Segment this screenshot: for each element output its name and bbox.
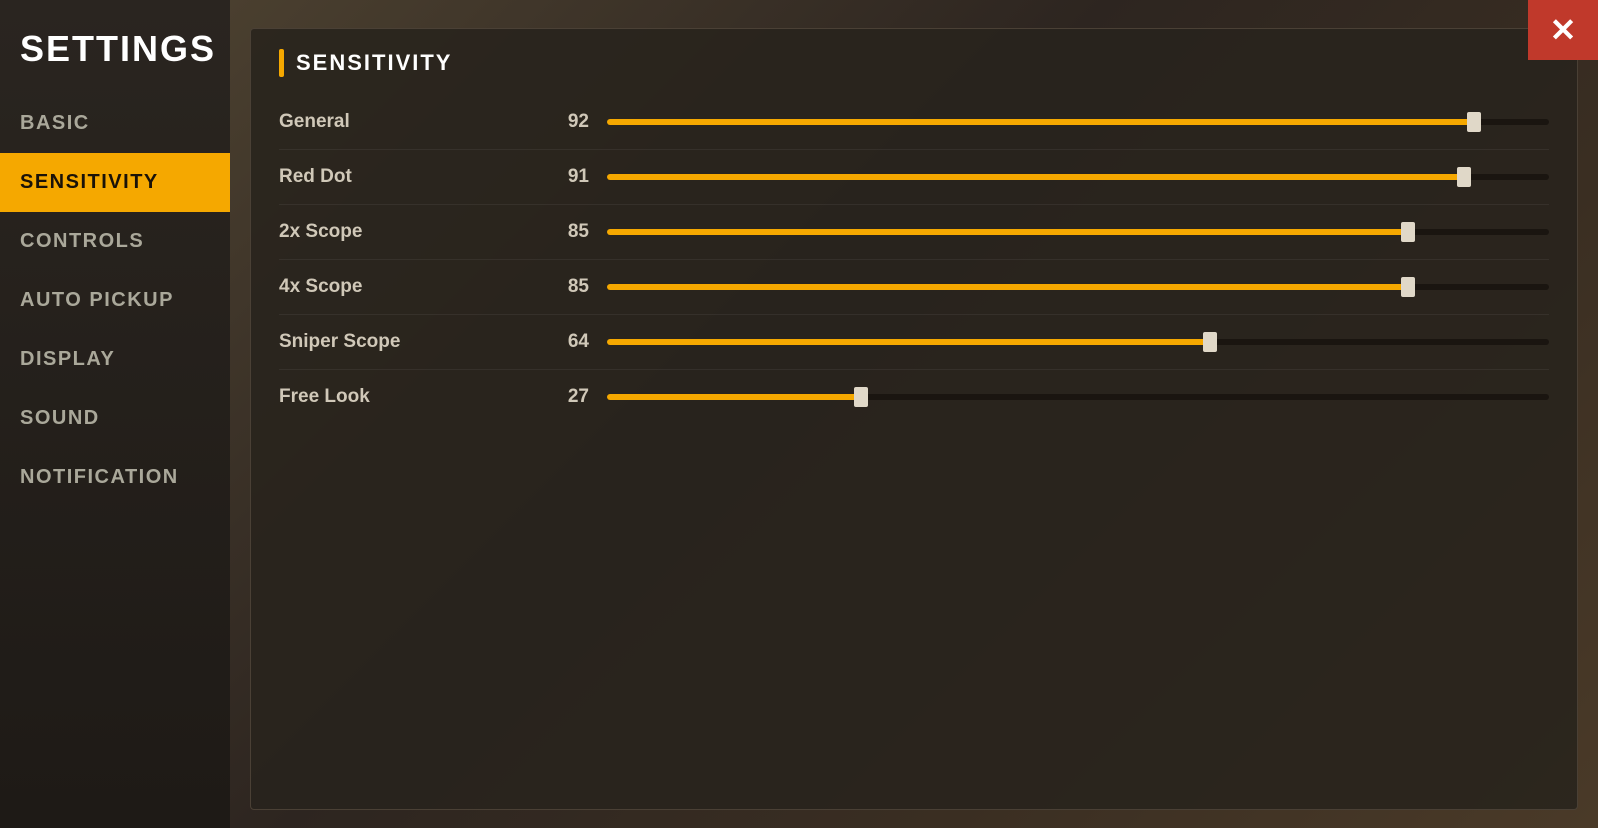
slider-track-fill-2x-scope [607, 229, 1408, 235]
slider-thumb-2x-scope[interactable] [1401, 222, 1415, 242]
slider-value-red-dot: 91 [539, 166, 589, 188]
slider-track-fill-sniper-scope [607, 339, 1210, 345]
slider-value-free-look: 27 [539, 386, 589, 408]
slider-thumb-sniper-scope[interactable] [1203, 332, 1217, 352]
slider-track-free-look[interactable] [607, 392, 1549, 402]
sliders-container: General92Red Dot912x Scope854x Scope85Sn… [279, 95, 1549, 424]
slider-track-4x-scope[interactable] [607, 282, 1549, 292]
main-content: ✕ SENSITIVITY General92Red Dot912x Scope… [230, 0, 1598, 828]
slider-value-4x-scope: 85 [539, 276, 589, 298]
slider-label-general: General [279, 111, 539, 133]
settings-panel: SENSITIVITY General92Red Dot912x Scope85… [250, 28, 1578, 810]
slider-label-red-dot: Red Dot [279, 166, 539, 188]
sidebar-item-notification[interactable]: NOTIFICATION [0, 448, 230, 507]
slider-row-2x-scope: 2x Scope85 [279, 205, 1549, 260]
slider-label-sniper-scope: Sniper Scope [279, 331, 539, 353]
slider-track-red-dot[interactable] [607, 172, 1549, 182]
slider-value-sniper-scope: 64 [539, 331, 589, 353]
slider-row-sniper-scope: Sniper Scope64 [279, 315, 1549, 370]
sidebar-item-auto-pickup[interactable]: AUTO PICKUP [0, 271, 230, 330]
slider-row-4x-scope: 4x Scope85 [279, 260, 1549, 315]
slider-row-free-look: Free Look27 [279, 370, 1549, 424]
app-title: SETTINGS [0, 10, 230, 94]
slider-track-fill-4x-scope [607, 284, 1408, 290]
panel-title-text: SENSITIVITY [296, 50, 452, 76]
slider-track-sniper-scope[interactable] [607, 337, 1549, 347]
close-button[interactable]: ✕ [1528, 0, 1598, 60]
slider-track-fill-red-dot [607, 174, 1464, 180]
slider-value-2x-scope: 85 [539, 221, 589, 243]
sidebar-item-sound[interactable]: SOUND [0, 389, 230, 448]
slider-thumb-red-dot[interactable] [1457, 167, 1471, 187]
slider-track-2x-scope[interactable] [607, 227, 1549, 237]
sidebar-item-display[interactable]: DISPLAY [0, 330, 230, 389]
close-icon: ✕ [1550, 14, 1577, 46]
slider-label-free-look: Free Look [279, 386, 539, 408]
slider-label-4x-scope: 4x Scope [279, 276, 539, 298]
slider-thumb-free-look[interactable] [854, 387, 868, 407]
sidebar-item-sensitivity[interactable]: SENSITIVITY [0, 153, 230, 212]
slider-label-2x-scope: 2x Scope [279, 221, 539, 243]
panel-title-row: SENSITIVITY [279, 49, 1549, 77]
sidebar-item-basic[interactable]: BASIC [0, 94, 230, 153]
slider-track-fill-general [607, 119, 1474, 125]
slider-track-general[interactable] [607, 117, 1549, 127]
slider-thumb-general[interactable] [1467, 112, 1481, 132]
sidebar: SETTINGS BASICSENSITIVITYCONTROLSAUTO PI… [0, 0, 230, 828]
slider-track-fill-free-look [607, 394, 861, 400]
panel-title-accent-bar [279, 49, 284, 77]
slider-value-general: 92 [539, 111, 589, 133]
slider-thumb-4x-scope[interactable] [1401, 277, 1415, 297]
sidebar-item-controls[interactable]: CONTROLS [0, 212, 230, 271]
slider-row-general: General92 [279, 95, 1549, 150]
slider-row-red-dot: Red Dot91 [279, 150, 1549, 205]
